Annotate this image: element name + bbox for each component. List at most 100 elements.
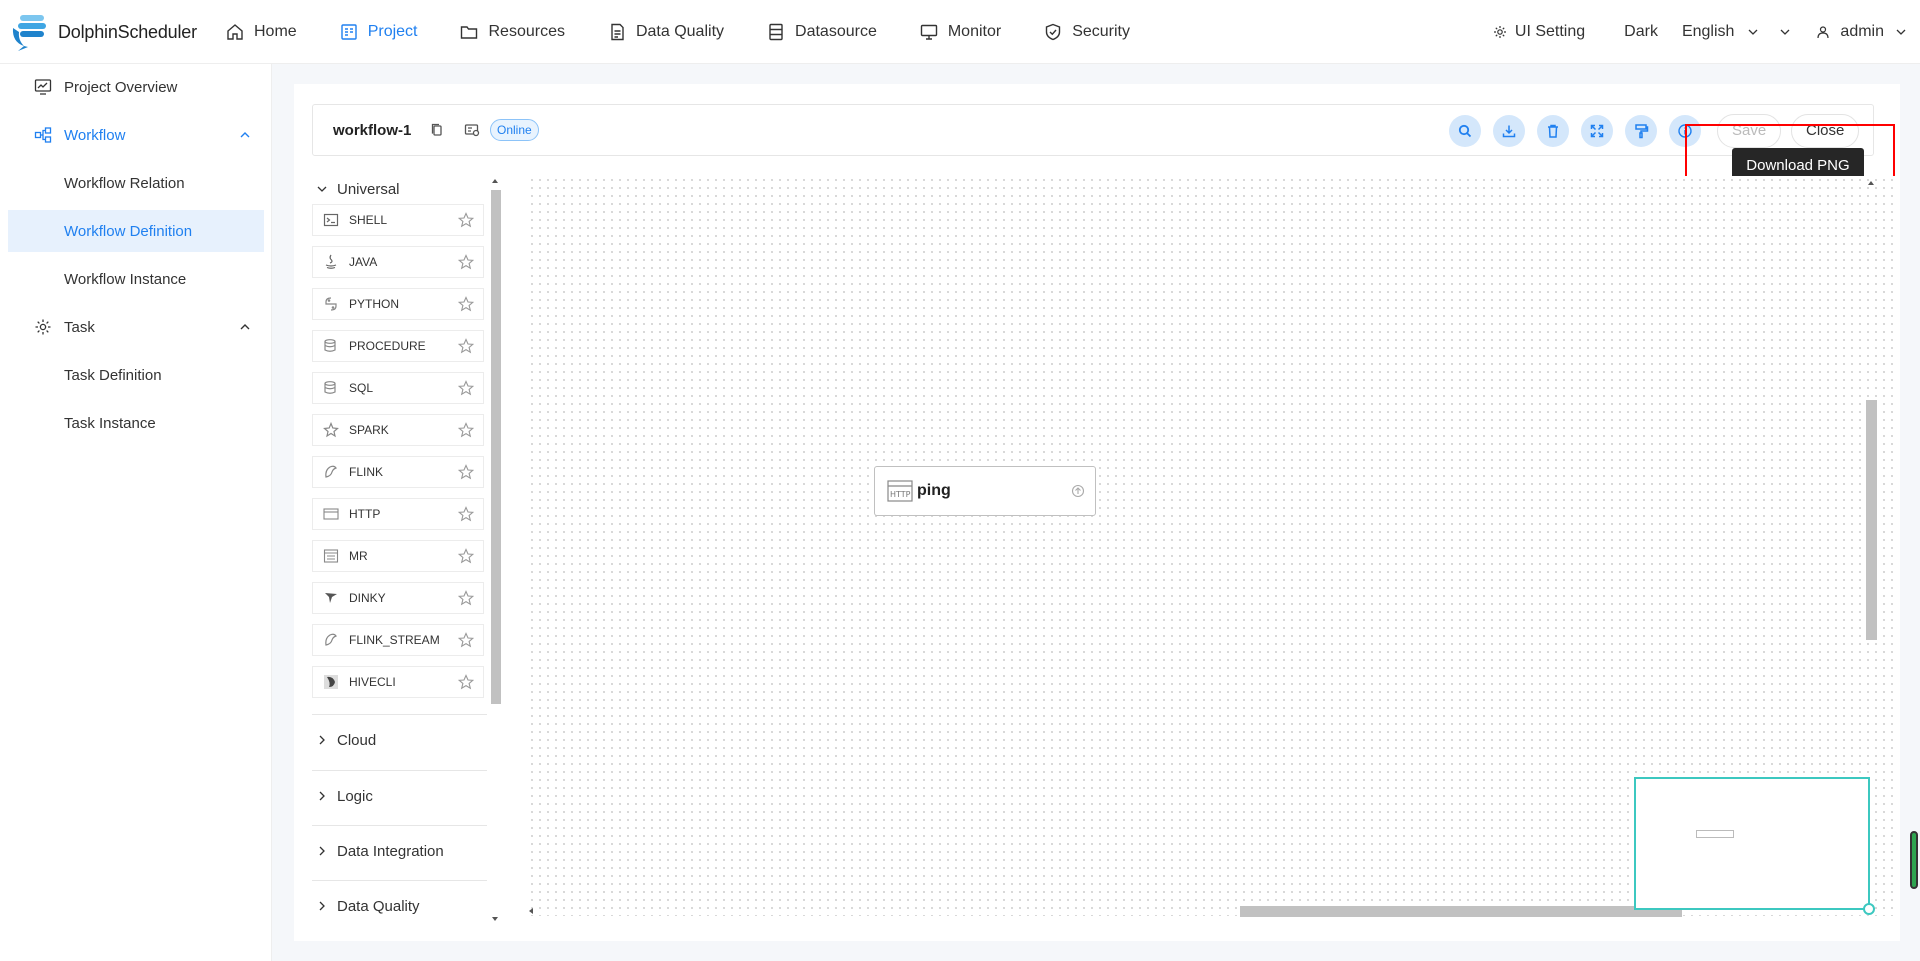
star-icon[interactable]: [458, 464, 474, 480]
task-item-flink-stream[interactable]: FLINK_STREAM: [312, 624, 484, 656]
status-badge: Online: [490, 119, 539, 141]
variables-icon[interactable]: [464, 122, 480, 138]
sidebar-item-workflow[interactable]: Workflow: [8, 114, 264, 156]
canvas-vscroll-thumb[interactable]: [1866, 400, 1877, 640]
sidebar-item-task-definition[interactable]: Task Definition: [8, 354, 264, 396]
nav-monitor-label: Monitor: [947, 23, 1002, 40]
group-cloud[interactable]: Cloud: [312, 720, 487, 760]
ui-setting-button[interactable]: UI Setting: [1493, 23, 1585, 41]
chevron-right-icon: [319, 735, 325, 745]
chevron-right-icon: [319, 791, 325, 801]
minimap[interactable]: [1634, 777, 1875, 915]
star-icon[interactable]: [458, 632, 474, 648]
format-button[interactable]: [1625, 115, 1657, 147]
nav-security-label: Security: [1072, 23, 1130, 40]
extra-dropdown[interactable]: [1778, 25, 1792, 39]
nav-data-quality[interactable]: Data Quality: [608, 0, 724, 64]
monitor-icon: [920, 24, 938, 40]
chart-board-icon: [34, 79, 52, 95]
star-icon[interactable]: [458, 212, 474, 228]
nav-security[interactable]: Security: [1044, 0, 1130, 64]
logo[interactable]: DolphinScheduler: [10, 12, 197, 52]
scroll-up-arrow-icon: [492, 179, 498, 183]
language-label: English: [1681, 23, 1735, 40]
star-icon[interactable]: [458, 548, 474, 564]
search-button[interactable]: [1449, 115, 1481, 147]
sidebar-item-label: Workflow Relation: [64, 174, 185, 192]
group-universal[interactable]: Universal: [312, 174, 487, 204]
nav-project[interactable]: Project: [340, 0, 418, 64]
star-icon[interactable]: [458, 254, 474, 270]
task-label: HTTP: [349, 507, 381, 521]
task-item-java[interactable]: JAVA: [312, 246, 484, 278]
task-item-spark[interactable]: SPARK: [312, 414, 484, 446]
task-item-procedure[interactable]: PROCEDURE: [312, 330, 484, 362]
language-select[interactable]: English: [1682, 23, 1760, 41]
task-item-mr[interactable]: MR: [312, 540, 484, 572]
task-item-shell[interactable]: SHELL: [312, 204, 484, 236]
java-icon: [325, 254, 337, 269]
task-item-http[interactable]: HTTP: [312, 498, 484, 530]
theme-toggle[interactable]: Dark: [1624, 23, 1658, 41]
sidebar-item-project-overview[interactable]: Project Overview: [8, 66, 264, 108]
star-icon[interactable]: [458, 506, 474, 522]
delete-button[interactable]: [1537, 115, 1569, 147]
chevron-right-icon: [319, 846, 325, 856]
task-item-flink[interactable]: FLINK: [312, 456, 484, 488]
http-icon: HTTP: [887, 480, 913, 502]
top-navbar: DolphinScheduler Home Project Resources …: [0, 0, 1920, 64]
nav-project-label: Project: [367, 23, 418, 40]
star-icon[interactable]: [458, 338, 474, 354]
user-name: admin: [1840, 23, 1884, 40]
nav-resources[interactable]: Resources: [460, 0, 565, 64]
http-icon-text: HTTP: [890, 490, 911, 499]
task-item-sql[interactable]: SQL: [312, 372, 484, 404]
copy-icon[interactable]: [429, 122, 445, 138]
sidebar-item-workflow-instance[interactable]: Workflow Instance: [8, 258, 264, 300]
group-label: Data Integration: [337, 842, 444, 860]
group-logic[interactable]: Logic: [312, 776, 487, 816]
canvas-hscroll-thumb[interactable]: [1240, 906, 1682, 917]
minimap-node: [1696, 830, 1734, 838]
http-icon: [323, 508, 339, 520]
main-content: workflow-1 Online Save Close Download PN…: [272, 64, 1920, 961]
node-menu-icon[interactable]: [1071, 484, 1085, 498]
divider: [312, 880, 487, 881]
nav-datasource[interactable]: Datasource: [767, 0, 877, 64]
user-menu[interactable]: admin: [1816, 23, 1908, 41]
task-item-python[interactable]: PYTHON: [312, 288, 484, 320]
nav-home[interactable]: Home: [226, 0, 297, 64]
palette-scrollbar[interactable]: [489, 176, 501, 924]
page-scroll-indicator[interactable]: [1910, 831, 1918, 889]
star-icon[interactable]: [458, 590, 474, 606]
nav-monitor[interactable]: Monitor: [920, 0, 1001, 64]
sidebar-item-label: Workflow: [64, 126, 126, 144]
task-label: DINKY: [349, 591, 386, 605]
sidebar-item-workflow-definition[interactable]: Workflow Definition: [8, 210, 264, 252]
group-data-quality[interactable]: Data Quality: [312, 886, 487, 922]
star-icon[interactable]: [458, 422, 474, 438]
sidebar-item-workflow-relation[interactable]: Workflow Relation: [8, 162, 264, 204]
task-item-dinky[interactable]: DINKY: [312, 582, 484, 614]
star-icon[interactable]: [458, 380, 474, 396]
document-icon: [611, 23, 624, 41]
chevron-down-icon: [317, 186, 327, 192]
fullscreen-button[interactable]: [1581, 115, 1613, 147]
nav-data-quality-label: Data Quality: [635, 23, 725, 40]
mapreduce-icon: [323, 549, 339, 563]
sidebar-item-task[interactable]: Task: [8, 306, 264, 348]
folder-icon: [461, 26, 478, 39]
star-icon[interactable]: [458, 674, 474, 690]
task-item-hivecli[interactable]: HIVECLI: [312, 666, 484, 698]
task-label: FLINK_STREAM: [349, 633, 440, 647]
palette-scroll-thumb[interactable]: [491, 190, 501, 704]
chevron-down-icon: [1896, 29, 1906, 35]
gear-icon: [35, 319, 51, 335]
dag-toolbar: workflow-1 Online Save Close: [312, 104, 1874, 156]
star-icon[interactable]: [458, 296, 474, 312]
group-data-integration[interactable]: Data Integration: [312, 831, 487, 871]
minimap-resize-handle[interactable]: [1863, 903, 1875, 915]
task-node-ping[interactable]: HTTP ping: [874, 466, 1096, 516]
download-png-button[interactable]: [1493, 115, 1525, 147]
sidebar-item-task-instance[interactable]: Task Instance: [8, 402, 264, 444]
